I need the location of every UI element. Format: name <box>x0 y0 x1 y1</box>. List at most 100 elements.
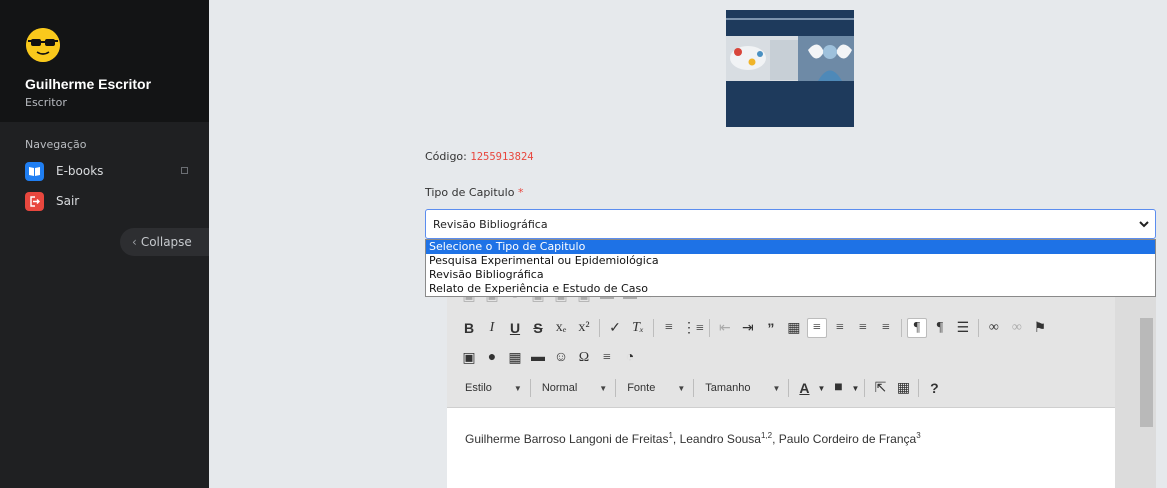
toolbar-separator <box>977 319 979 337</box>
table-icon[interactable]: ▦ <box>505 348 525 368</box>
nav-heading: Navegação <box>25 138 87 151</box>
dropdown-option[interactable]: Pesquisa Experimental ou Epidemiológica <box>426 254 1155 268</box>
italic-icon[interactable]: I <box>482 318 502 338</box>
toolbar-separator <box>653 319 654 337</box>
outdent-icon[interactable]: ⇤ <box>715 318 735 338</box>
horizontal-line-icon[interactable]: ▬ <box>528 348 548 368</box>
caret-down-icon[interactable]: ▼ <box>817 378 825 398</box>
square-icon <box>181 167 188 174</box>
help-button[interactable]: ? <box>924 378 944 398</box>
toolbar-separator <box>693 379 695 397</box>
font-label: Fonte <box>627 382 656 394</box>
codigo-value: 1255913824 <box>470 151 534 163</box>
div-container-icon[interactable]: ▦ <box>784 318 804 338</box>
tipo-capitulo-select[interactable]: Revisão Bibliográfica <box>425 209 1156 239</box>
required-mark: * <box>517 186 524 199</box>
editor-content[interactable]: Guilherme Barroso Langoni de Freitas1, L… <box>465 431 921 446</box>
book-cover-image <box>726 10 854 127</box>
collapse-button[interactable]: ‹ Collapse <box>120 228 209 256</box>
format-dropdown[interactable]: Normal ▼ <box>536 378 613 398</box>
flash-icon[interactable]: ● <box>482 348 502 368</box>
subscript-icon[interactable]: xₑ <box>551 318 571 338</box>
link-icon[interactable]: ∞ <box>984 318 1004 338</box>
user-role: Escritor <box>25 96 67 109</box>
sidebar-item-label: Sair <box>56 194 80 208</box>
format-label: Normal <box>541 382 578 394</box>
user-name: Guilherme Escritor <box>25 76 152 92</box>
toolbar-separator <box>788 379 790 397</box>
toolbar-row: B I U S xₑ x² ✓ Tₓ ≡ ⋮≡ ⇤ ⇥ ” ▦ ≡ ≡ ≡ ≡ … <box>459 318 1053 338</box>
bold-icon[interactable]: B <box>459 318 479 338</box>
toolbar-separator <box>708 319 710 337</box>
superscript-icon[interactable]: x² <box>574 318 594 338</box>
caret-down-icon[interactable]: ▼ <box>851 378 859 398</box>
align-justify-icon[interactable]: ≡ <box>876 318 896 338</box>
image-icon[interactable]: ▣ <box>459 348 479 368</box>
collapse-label: Collapse <box>140 235 192 249</box>
remove-format-icon[interactable]: Tₓ <box>628 318 648 338</box>
select-value: Revisão Bibliográfica <box>433 217 548 231</box>
style-dropdown[interactable]: Estilo ▼ <box>459 378 528 398</box>
dropdown-option[interactable]: Revisão Bibliográfica <box>426 268 1155 282</box>
numbered-list-icon[interactable]: ≡ <box>659 318 679 338</box>
tipo-capitulo-label: Tipo de Capitulo * <box>425 186 523 199</box>
background-color-icon[interactable]: ■ <box>828 378 848 398</box>
codigo-label: Código: <box>425 150 467 163</box>
underline-icon[interactable]: U <box>505 318 525 338</box>
strikethrough-icon[interactable]: S <box>528 318 548 338</box>
sidebar: Guilherme Escritor Escritor Navegação E-… <box>0 0 209 488</box>
dropdown-option[interactable]: Relato de Experiência e Estudo de Caso <box>426 282 1155 296</box>
scrollbar-thumb[interactable] <box>1140 318 1153 427</box>
page-break-icon[interactable]: ≡ <box>597 348 617 368</box>
size-dropdown[interactable]: Tamanho ▼ <box>699 378 786 398</box>
toolbar-row: ▣ ● ▦ ▬ ☺ Ω ≡ ◔ <box>459 348 643 368</box>
caret-down-icon: ▼ <box>772 383 781 393</box>
author-affiliation: 3 <box>916 431 921 440</box>
caret-down-icon: ▼ <box>677 383 686 393</box>
sidebar-item-label: E-books <box>56 164 104 178</box>
language-icon[interactable]: ☰ <box>953 318 973 338</box>
size-label: Tamanho <box>705 382 751 394</box>
align-right-icon[interactable]: ≡ <box>853 318 873 338</box>
sidebar-item-ebooks[interactable]: E-books <box>25 160 190 182</box>
codigo-field: Código: 1255913824 <box>425 150 534 163</box>
bulleted-list-icon[interactable]: ⋮≡ <box>682 318 704 338</box>
sidebar-item-sair[interactable]: Sair <box>25 190 190 212</box>
blockquote-icon[interactable]: ” <box>761 318 781 338</box>
text-direction-rtl-icon[interactable]: ¶ <box>930 318 950 338</box>
author-separator: , <box>772 432 779 446</box>
author-separator: , <box>672 432 680 446</box>
align-left-icon[interactable]: ≡ <box>806 318 827 338</box>
tipo-capitulo-label-text: Tipo de Capitulo <box>425 186 515 199</box>
smiley-icon[interactable]: ☺ <box>551 348 571 368</box>
dropdown-option[interactable]: Selecione o Tipo de Capitulo <box>426 240 1155 254</box>
text-color-icon[interactable]: A <box>794 378 814 398</box>
toolbar-separator <box>918 379 920 397</box>
maximize-icon[interactable]: ⇱ <box>870 378 890 398</box>
iframe-icon[interactable]: ◔ <box>620 348 640 368</box>
anchor-flag-icon[interactable]: ⚑ <box>1030 318 1050 338</box>
rich-text-editor: ▣ ▣ ○ ▣ ▣ ▣ ▬ ▬ ↶ B I U S xₑ x² ✓ Tₓ ≡ ⋮… <box>447 286 1115 488</box>
unlink-icon[interactable]: ∞ <box>1007 318 1027 338</box>
show-blocks-icon[interactable]: ▦ <box>893 378 913 398</box>
toolbar-separator <box>615 379 617 397</box>
toolbar-separator <box>864 379 866 397</box>
author-affiliation: 1,2 <box>760 431 773 440</box>
author-name: Guilherme Barroso Langoni de Freitas <box>465 432 669 446</box>
copy-format-icon[interactable]: ✓ <box>605 318 625 338</box>
toolbar-separator <box>599 319 600 337</box>
chevron-down-icon <box>1139 219 1149 232</box>
toolbar-separator <box>529 379 531 397</box>
toolbar-row: Estilo ▼ Normal ▼ Fonte ▼ Tamanho ▼ A ▼ … <box>459 378 947 398</box>
font-dropdown[interactable]: Fonte ▼ <box>621 378 691 398</box>
author-name: Leandro Sousa <box>679 432 761 446</box>
caret-down-icon: ▼ <box>599 383 608 393</box>
indent-icon[interactable]: ⇥ <box>738 318 758 338</box>
align-center-icon[interactable]: ≡ <box>830 318 850 338</box>
text-direction-ltr-icon[interactable]: ¶ <box>906 318 927 338</box>
avatar <box>26 28 60 62</box>
toolbar-separator <box>900 319 902 337</box>
logout-icon <box>25 191 44 211</box>
special-char-icon[interactable]: Ω <box>574 348 594 368</box>
tipo-capitulo-dropdown: Selecione o Tipo de Capitulo Pesquisa Ex… <box>425 239 1156 297</box>
